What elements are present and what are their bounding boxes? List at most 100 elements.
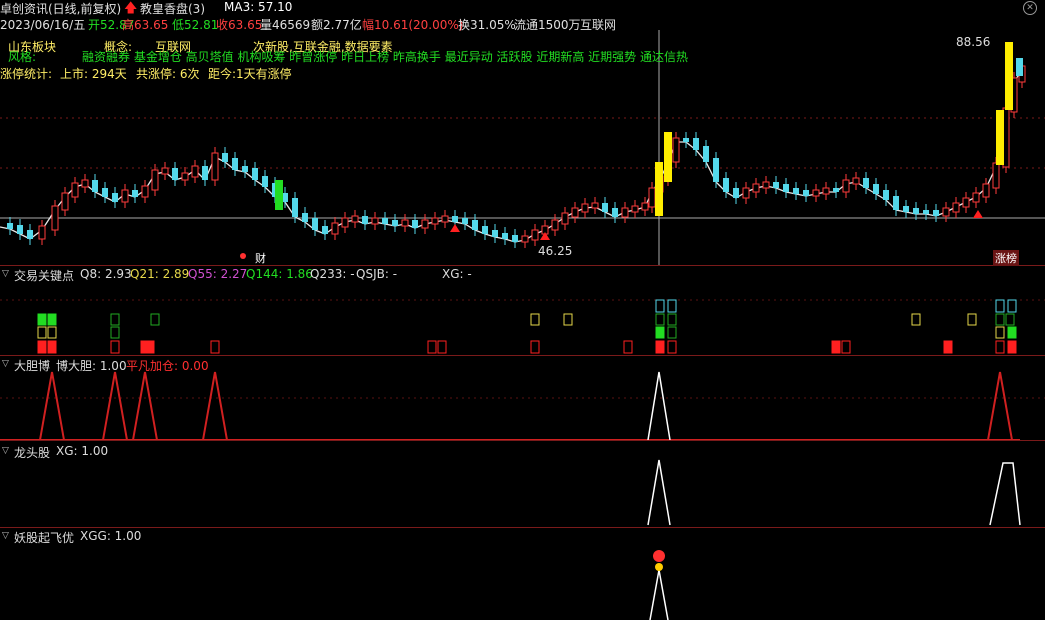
keypoint-box [967, 313, 977, 326]
panel4-name[interactable]: 妖股起飞优 [14, 529, 74, 546]
panel1-q144: Q144: 1.86 [246, 267, 313, 281]
limit-distance: 距今:1天有涨停 [208, 67, 292, 81]
candle-body [942, 207, 950, 217]
collapse-icon[interactable]: ▽ [2, 446, 9, 456]
candle-body [713, 158, 719, 182]
candle-body [17, 225, 23, 234]
candle-body [151, 169, 159, 191]
keypoint-box [437, 340, 447, 354]
candle-body [362, 216, 368, 224]
candle-body [331, 222, 339, 235]
candle-body [392, 220, 398, 226]
candle-body [822, 187, 830, 195]
ma3-value: MA3: 57.10 [224, 0, 293, 14]
candle-body [521, 235, 529, 243]
candle-body [972, 192, 980, 203]
candle-body [648, 187, 656, 208]
candle-body [812, 189, 820, 197]
keypoint-box [1007, 340, 1017, 354]
keypoint-box [110, 340, 120, 354]
candle-body [752, 183, 760, 193]
candle-body [873, 184, 879, 194]
candle-body [112, 193, 118, 202]
signal-spike [202, 371, 228, 441]
buy-arrow-icon [973, 210, 983, 218]
close-icon[interactable]: ✕ [1023, 1, 1037, 15]
collapse-icon[interactable]: ▽ [2, 269, 9, 279]
keypoint-box [911, 313, 921, 326]
keypoint-box [655, 340, 665, 354]
collapse-icon[interactable]: ▽ [2, 531, 9, 541]
panel1-q55: Q55: 2.27 [188, 267, 248, 281]
candle-body [61, 192, 69, 211]
candle-body [733, 188, 739, 198]
dot-marker [240, 253, 246, 259]
limit-count: 共涨停: 6次 [136, 67, 200, 81]
candle-body [531, 229, 539, 241]
candle-body [191, 165, 199, 178]
candle-body [962, 197, 970, 208]
keypoint-box [1005, 313, 1015, 326]
keypoint-box [37, 313, 47, 326]
keypoint-box [655, 299, 665, 313]
candle-body [762, 181, 770, 189]
candle-body [631, 205, 639, 213]
signal-spike [649, 569, 669, 620]
panel2-name[interactable]: 大胆博 [14, 357, 50, 374]
signal-spike [39, 371, 65, 441]
candle-body [38, 225, 46, 240]
candle-body [262, 176, 268, 187]
signal-spike [647, 459, 671, 526]
panel2-label1: 博大胆: 1.00 [56, 359, 127, 373]
candle-body [591, 202, 599, 209]
keypoint-box [1007, 326, 1017, 339]
candle-body [27, 230, 33, 239]
limit-stats-label: 涨停统计: [0, 67, 53, 81]
keypoint-box [841, 340, 851, 354]
high-price-label: 88.56 [956, 35, 991, 49]
panel3-name[interactable]: 龙头股 [14, 444, 50, 461]
candle-body [1016, 58, 1023, 76]
candle-body [502, 233, 508, 239]
candle-body [852, 177, 860, 185]
candle-body [693, 138, 699, 150]
candle-body [482, 226, 488, 234]
candle-body [492, 230, 498, 237]
keypoint-box [623, 340, 633, 354]
candle-body [612, 208, 618, 217]
keypoint-box [995, 340, 1005, 354]
candle-body [551, 219, 559, 231]
keypoint-box [563, 313, 573, 326]
candle-body [982, 183, 990, 198]
keypoint-box [530, 340, 540, 354]
quote-turnover: 换31.05% [458, 18, 516, 32]
candle-body [621, 207, 629, 218]
candle-body [472, 220, 478, 230]
keypoint-box [655, 313, 665, 326]
signal-spike [987, 371, 1013, 441]
candle-body [452, 216, 458, 222]
candle-body [641, 202, 649, 211]
candle-body [71, 182, 79, 198]
keypoint-box [37, 340, 47, 354]
candle-body [431, 217, 439, 225]
candle-body [571, 207, 579, 218]
candle-body [842, 179, 850, 193]
collapse-icon[interactable]: ▽ [2, 359, 9, 369]
candle-body [421, 219, 429, 229]
style-label: 风格: [8, 50, 37, 64]
candle-body [292, 198, 298, 217]
candle-body [222, 153, 228, 162]
candle-body [51, 205, 59, 231]
candle-body [672, 137, 680, 163]
indicator-name[interactable]: 教皇香盘(3) [140, 0, 205, 17]
keypoint-box [995, 313, 1005, 326]
candle-body [952, 202, 960, 213]
panel1-q8: Q8: 2.93 [80, 267, 132, 281]
green-candle [275, 180, 283, 210]
panel1-name[interactable]: 交易关键点 [14, 267, 74, 284]
candle-body [102, 188, 108, 197]
panel1-q21: Q21: 2.89 [130, 267, 190, 281]
keypoint-box [655, 326, 665, 339]
panel-divider [0, 265, 1045, 266]
